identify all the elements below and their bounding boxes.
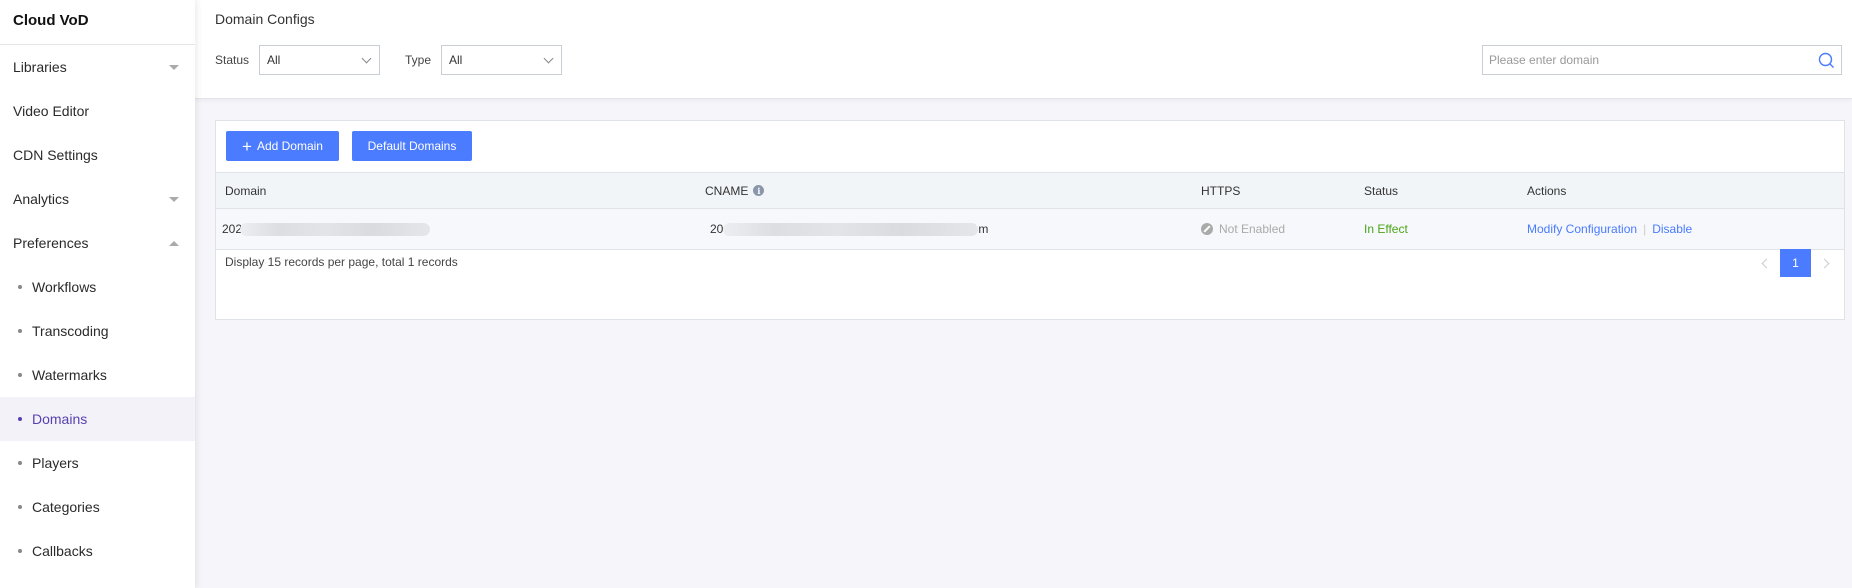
info-icon[interactable]: i — [753, 185, 765, 196]
https-cell: Not Enabled — [1201, 209, 1285, 249]
default-domains-button[interactable]: Default Domains — [352, 131, 472, 161]
pagination-summary: Display 15 records per page, total 1 rec… — [225, 255, 458, 269]
search-icon[interactable] — [1818, 52, 1835, 72]
sidebar-item-libraries[interactable]: Libraries — [0, 45, 195, 89]
sidebar-subitem-label: Transcoding — [32, 323, 109, 339]
table-row: 202 20 m Not Enabled In Effect Modify Co… — [216, 209, 1844, 250]
disable-link[interactable]: Disable — [1652, 222, 1692, 236]
bullet-icon — [18, 285, 22, 289]
column-header-https: HTTPS — [1201, 183, 1241, 198]
sidebar-subitem-categories[interactable]: Categories — [0, 485, 195, 529]
sidebar-item-label: CDN Settings — [13, 147, 98, 163]
default-domains-label: Default Domains — [367, 139, 457, 153]
plus-icon: + — [242, 136, 252, 156]
column-header-cname: CNAME i — [705, 173, 765, 208]
domain-search — [1482, 45, 1842, 75]
status-filter-select[interactable]: All — [259, 45, 380, 75]
sidebar-subitem-watermarks[interactable]: Watermarks — [0, 353, 195, 397]
sidebar-item-label: Preferences — [13, 235, 89, 251]
type-filter-label: Type — [405, 53, 432, 67]
add-domain-button[interactable]: + Add Domain — [226, 131, 339, 161]
sidebar-subitem-label: Players — [32, 455, 79, 471]
page-button-current[interactable]: 1 — [1780, 249, 1811, 277]
domain-table: Domain CNAME i HTTPS Status Actions 202 … — [216, 172, 1844, 250]
sidebar-subitem-workflows[interactable]: Workflows — [0, 265, 195, 309]
add-domain-label: Add Domain — [256, 139, 323, 153]
chevron-down-icon — [543, 53, 554, 64]
sidebar-item-label: Analytics — [13, 191, 70, 207]
domain-cell: 202 — [222, 209, 431, 249]
pagination: 1 — [1761, 249, 1830, 277]
sidebar-subitem-label: Domains — [32, 411, 88, 427]
divider: | — [1643, 222, 1647, 236]
sidebar-item-cdn-settings[interactable]: CDN Settings — [0, 133, 195, 177]
bullet-icon — [18, 505, 22, 509]
chevron-left-icon[interactable] — [1761, 258, 1772, 268]
redacted-cname — [723, 222, 979, 236]
column-header-actions: Actions — [1527, 183, 1567, 198]
sidebar-item-preferences[interactable]: Preferences — [0, 221, 195, 265]
sidebar-subitem-players[interactable]: Players — [0, 441, 195, 485]
column-header-domain: Domain — [225, 183, 267, 198]
sidebar-subitem-domains[interactable]: Domains — [0, 397, 195, 441]
sidebar-item-analytics[interactable]: Analytics — [0, 177, 195, 221]
caret-down-icon — [169, 196, 179, 202]
status-badge: In Effect — [1364, 222, 1408, 236]
sidebar-subitem-label: Watermarks — [32, 367, 107, 383]
sidebar-subitem-callbacks[interactable]: Callbacks — [0, 529, 195, 573]
domain-search-input[interactable] — [1483, 46, 1803, 74]
actions-cell: Modify Configuration | Disable — [1527, 209, 1692, 249]
type-filter-select[interactable]: All — [441, 45, 562, 75]
cname-cell: 20 m — [710, 209, 988, 249]
bullet-icon — [18, 417, 22, 421]
column-header-status: Status — [1364, 183, 1399, 198]
caret-down-icon — [169, 64, 179, 70]
disabled-icon — [1201, 223, 1213, 235]
sidebar-item-video-editor[interactable]: Video Editor — [0, 89, 195, 133]
modify-configuration-link[interactable]: Modify Configuration — [1527, 222, 1637, 236]
cname-suffix: m — [978, 222, 989, 236]
status-filter-label: Status — [215, 53, 250, 67]
sidebar-subitem-label: Callbacks — [32, 543, 93, 559]
https-status: Not Enabled — [1219, 222, 1286, 236]
bullet-icon — [18, 329, 22, 333]
bullet-icon — [18, 461, 22, 465]
chevron-right-icon[interactable] — [1819, 258, 1830, 268]
sidebar-subitem-label: Categories — [32, 499, 100, 515]
domain-value: 202 — [222, 222, 243, 236]
redacted-domain — [240, 222, 431, 236]
sidebar-subitem-transcoding[interactable]: Transcoding — [0, 309, 195, 353]
domain-table-card: + Add Domain Default Domains Domain CNAM… — [215, 120, 1845, 320]
type-filter-value: All — [449, 53, 463, 67]
caret-up-icon — [169, 240, 179, 246]
sidebar-subitem-label: Workflows — [32, 279, 97, 295]
sidebar-item-label: Libraries — [13, 59, 67, 75]
chevron-down-icon — [361, 53, 372, 64]
page-header: Domain Configs Status All Type All — [195, 0, 1852, 99]
status-filter-value: All — [267, 53, 281, 67]
cname-value: 20 — [710, 222, 724, 236]
app-title: Cloud VoD — [0, 0, 195, 45]
table-header: Domain CNAME i HTTPS Status Actions — [216, 172, 1844, 209]
sidebar: Cloud VoD Libraries Video Editor CDN Set… — [0, 0, 195, 588]
page-title: Domain Configs — [215, 11, 315, 27]
bullet-icon — [18, 549, 22, 553]
sidebar-item-label: Video Editor — [13, 103, 90, 119]
bullet-icon — [18, 373, 22, 377]
column-header-cname-label: CNAME — [705, 183, 749, 198]
